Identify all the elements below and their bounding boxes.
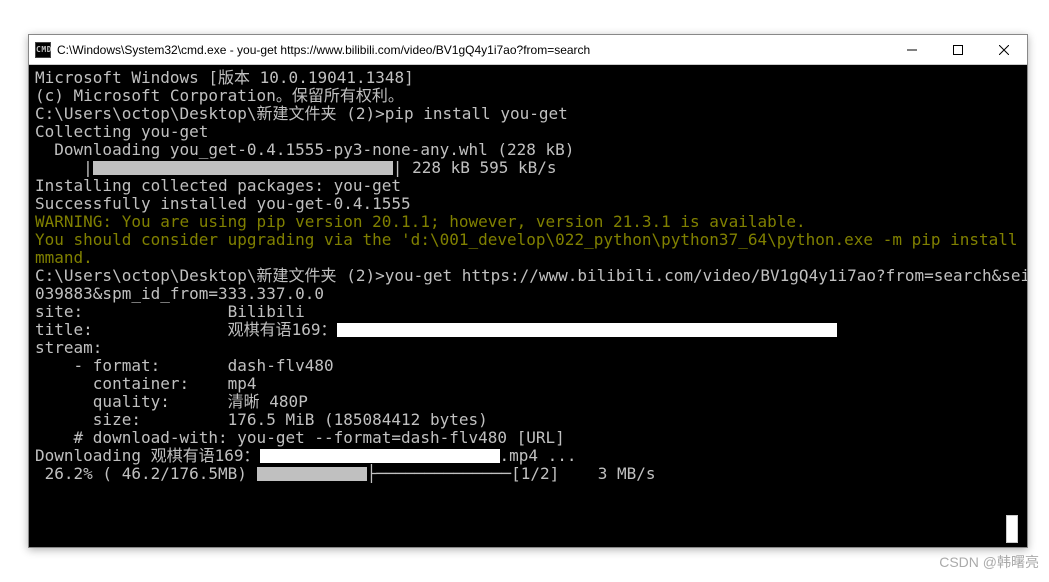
maximize-icon: [953, 45, 963, 55]
window-title: C:\Windows\System32\cmd.exe - you-get ht…: [57, 35, 889, 65]
close-icon: [999, 45, 1009, 55]
output-line: # download-with: you-get --format=dash-f…: [35, 429, 1027, 447]
redacted-filename: [260, 449, 500, 463]
download-progress-bar: [257, 467, 367, 481]
output-line: (c) Microsoft Corporation。保留所有权利。: [35, 87, 1027, 105]
minimize-button[interactable]: [889, 35, 935, 64]
progress-line: 26.2% ( 46.2/176.5MB) ├──────────────[1/…: [35, 465, 1027, 483]
output-line: container: mp4: [35, 375, 1027, 393]
minimize-icon: [907, 45, 917, 55]
warning-line: WARNING: You are using pip version 20.1.…: [35, 213, 1027, 231]
cmd-icon: CMD: [35, 42, 51, 58]
output-line: Installing collected packages: you-get: [35, 177, 1027, 195]
window-controls: [889, 35, 1027, 64]
output-line: size: 176.5 MiB (185084412 bytes): [35, 411, 1027, 429]
title-bar[interactable]: CMD C:\Windows\System32\cmd.exe - you-ge…: [29, 35, 1027, 65]
terminal-body[interactable]: Microsoft Windows [版本 10.0.19041.1348] (…: [29, 65, 1027, 547]
output-line: title: 观棋有语169：: [35, 321, 1027, 339]
output-line: stream:: [35, 339, 1027, 357]
output-line: Microsoft Windows [版本 10.0.19041.1348]: [35, 69, 1027, 87]
warning-line: You should consider upgrading via the 'd…: [35, 231, 1027, 249]
output-line: Downloading you_get-0.4.1555-py3-none-an…: [35, 141, 1027, 159]
redacted-title: [337, 323, 837, 337]
prompt-line: C:\Users\octop\Desktop\新建文件夹 (2)>pip ins…: [35, 105, 1027, 123]
progress-line: || 228 kB 595 kB/s: [35, 159, 1027, 177]
watermark: CSDN @韩曙亮: [939, 552, 1039, 572]
window-frame: CMD C:\Windows\System32\cmd.exe - you-ge…: [28, 34, 1028, 548]
output-line: 039883&spm_id_from=333.337.0.0: [35, 285, 1027, 303]
output-line: Collecting you-get: [35, 123, 1027, 141]
output-line: quality: 清晰 480P: [35, 393, 1027, 411]
close-button[interactable]: [981, 35, 1027, 64]
output-line: Successfully installed you-get-0.4.1555: [35, 195, 1027, 213]
warning-line: mmand.: [35, 249, 1027, 267]
scrollbar-thumb[interactable]: [1006, 515, 1018, 543]
download-line: Downloading 观棋有语169：.mp4 ...: [35, 447, 1027, 465]
prompt-line: C:\Users\octop\Desktop\新建文件夹 (2)>you-get…: [35, 267, 1027, 285]
pip-progress-bar: [93, 161, 393, 175]
output-line: site: Bilibili: [35, 303, 1027, 321]
maximize-button[interactable]: [935, 35, 981, 64]
output-line: - format: dash-flv480: [35, 357, 1027, 375]
